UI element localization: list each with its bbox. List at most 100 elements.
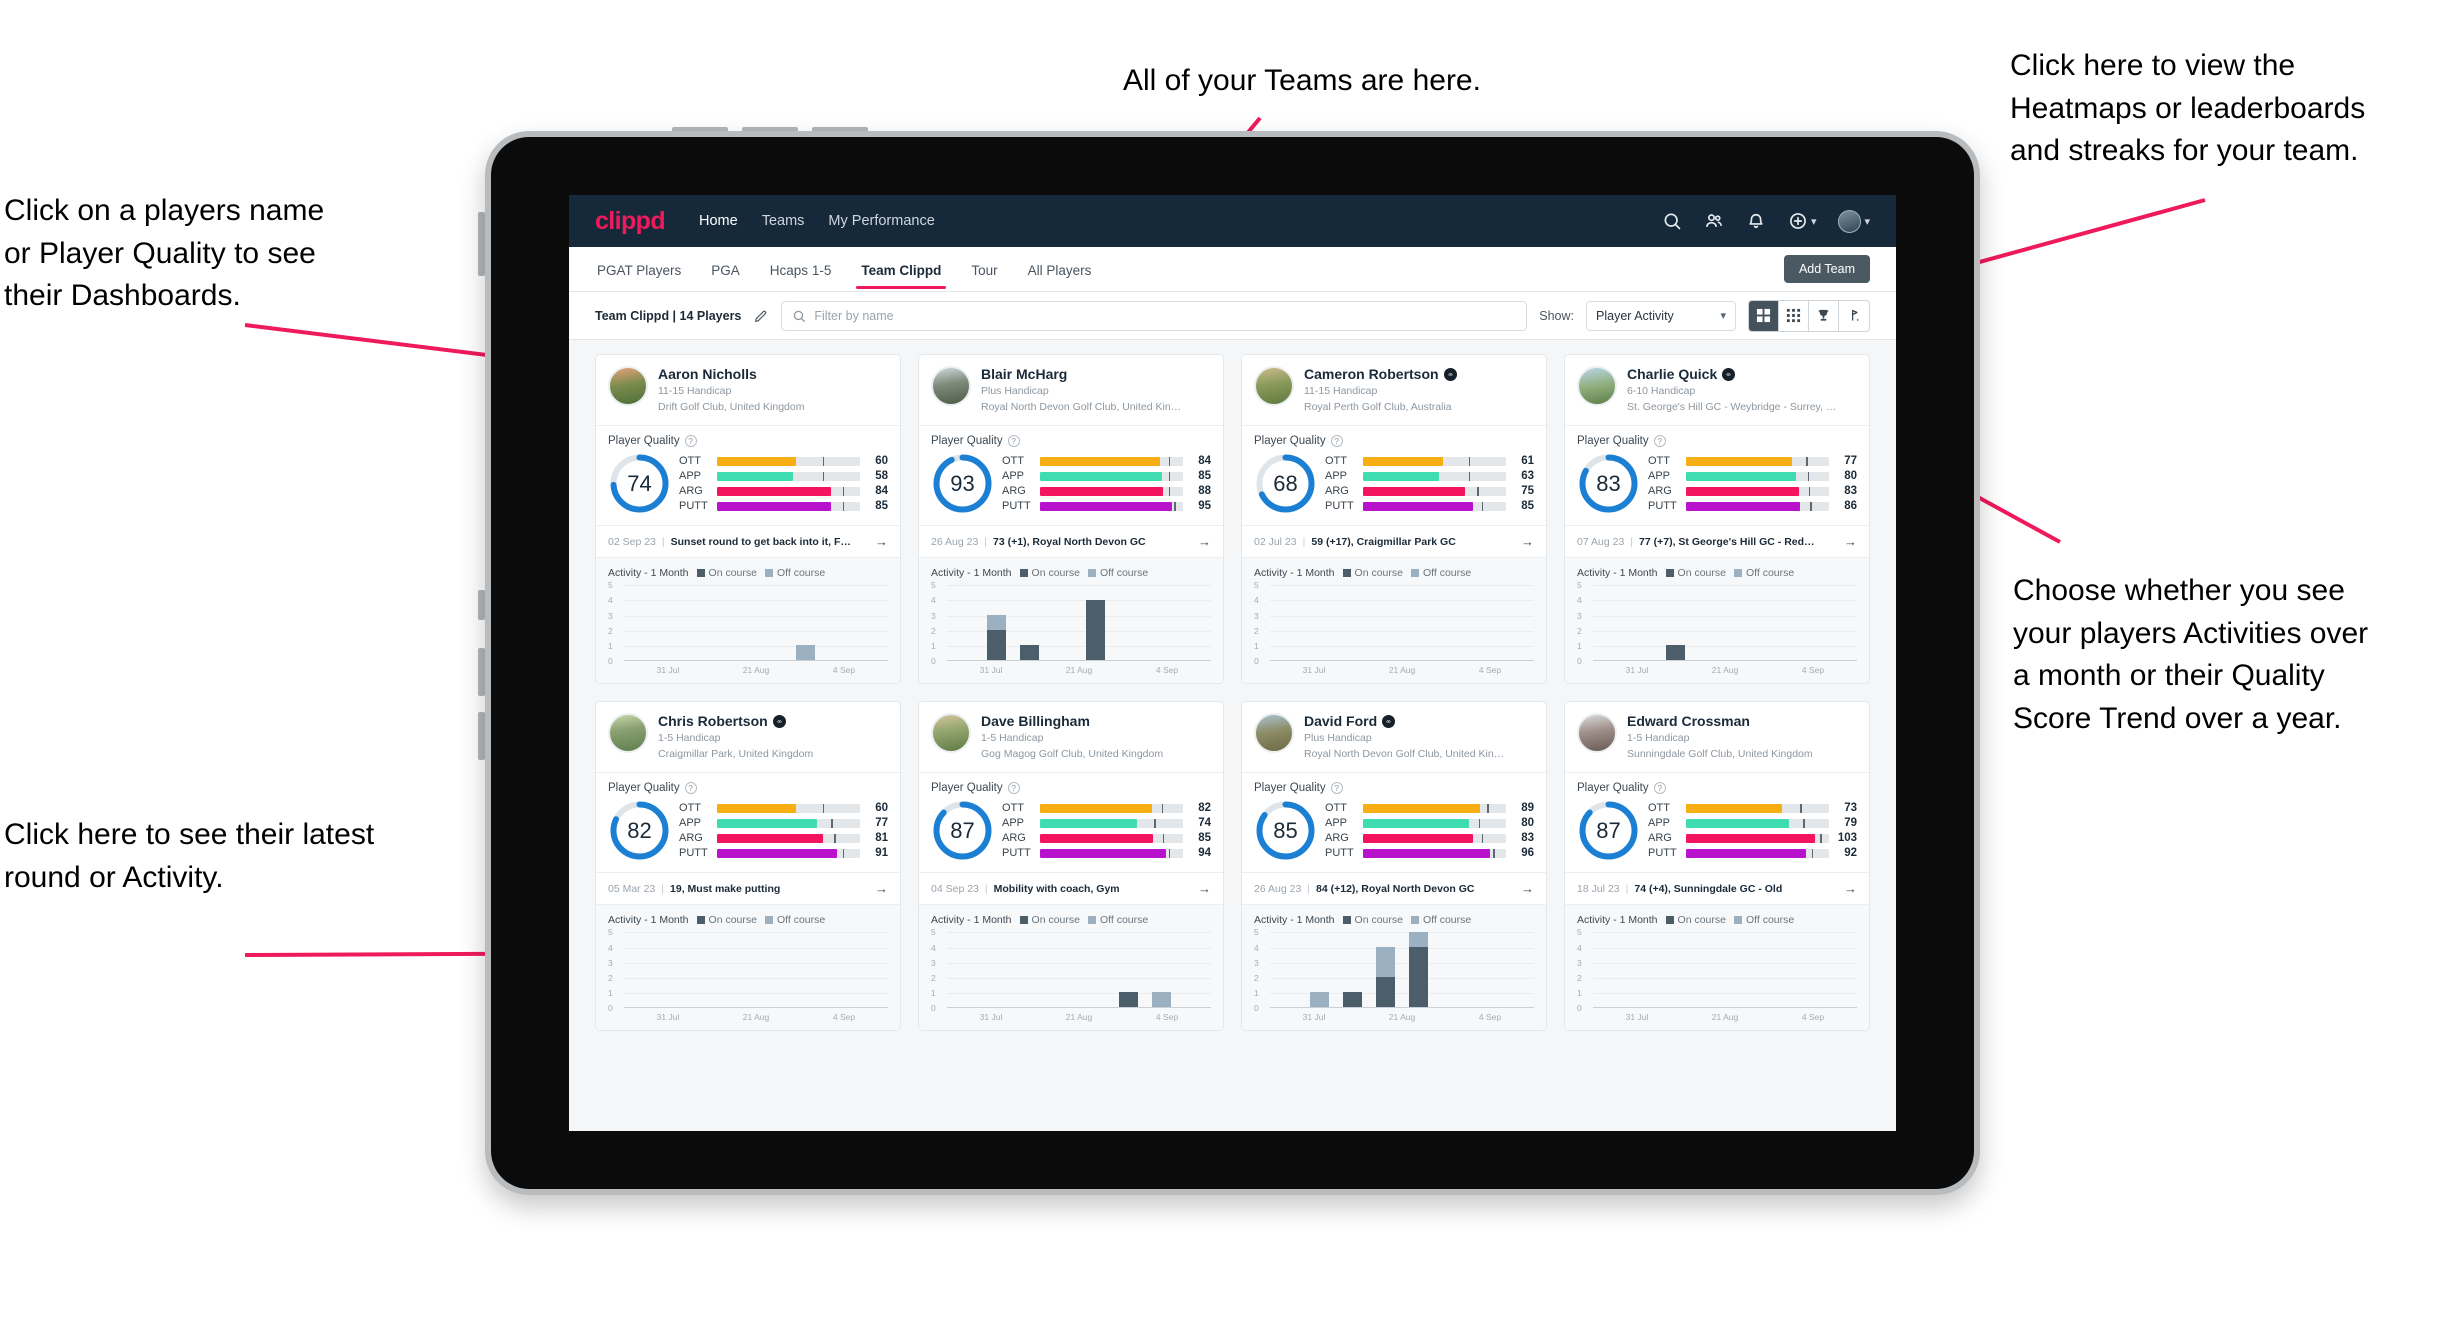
chart-bar-slot (789, 932, 822, 1007)
golf-flag-view-button[interactable] (1839, 300, 1869, 331)
metric-row: ARG 84 (679, 485, 888, 497)
player-card-header[interactable]: Dave Billingham 1-5 Handicap Gog Magog Gol… (919, 702, 1223, 772)
nav-link-teams[interactable]: Teams (762, 213, 805, 229)
x-axis-tick: 4 Sep (1801, 665, 1825, 676)
player-card-header[interactable]: Blair McHarg Plus Handicap Royal North Dev… (919, 355, 1223, 425)
metric-value: 84 (1198, 455, 1211, 468)
show-dropdown[interactable]: Player Activity ▾ (1586, 300, 1736, 331)
latest-round-row[interactable]: 18 Jul 23 | 74 (+4), Sunningdale GC - Old → (1565, 872, 1869, 904)
tab-pgat-players[interactable]: PGAT Players (595, 250, 683, 289)
player-quality-section[interactable]: Player Quality? 68 OTT 61 APP 63 ARG 75 PUTT 85 (1242, 426, 1546, 525)
player-club: Drift Golf Club, United Kingdom (658, 401, 805, 414)
player-card-header[interactable]: David Ford Plus Handicap Royal North Devon… (1242, 702, 1546, 772)
clippd-logo[interactable]: clippd (595, 207, 666, 236)
player-quality-section[interactable]: Player Quality? 74 OTT 60 APP 58 ARG 84 PUTT 85 (596, 426, 900, 525)
help-circle-icon[interactable]: ? (1007, 782, 1020, 795)
metric-value: 58 (875, 470, 888, 483)
plus-circle-icon[interactable] (1788, 211, 1808, 231)
player-quality-section[interactable]: Player Quality? 82 OTT 60 APP 77 ARG 81 PUTT 91 (596, 773, 900, 872)
player-quality-section[interactable]: Player Quality? 87 OTT 73 APP 79 ARG 103 PUTT 92 (1565, 773, 1869, 872)
y-axis-tick: 1 (1577, 641, 1582, 652)
player-cards-grid: Aaron Nicholls 11-15 Handicap Drift Golf C… (569, 340, 1896, 1032)
arrow-right-icon[interactable]: → (1198, 881, 1211, 896)
latest-round-row[interactable]: 05 Mar 23 | 19, Must make putting → (596, 872, 900, 904)
player-name[interactable]: Aaron Nicholls (658, 366, 804, 383)
player-name[interactable]: Blair McHarg (981, 366, 1181, 383)
help-circle-icon[interactable]: ? (1653, 435, 1666, 448)
nav-link-my-performance[interactable]: My Performance (828, 213, 934, 229)
bell-icon[interactable] (1746, 211, 1766, 231)
search-icon[interactable] (1662, 211, 1682, 231)
latest-round-row[interactable]: 26 Aug 23 | 73 (+1), Royal North Devon GC → (919, 525, 1223, 557)
metric-row: OTT 61 (1325, 455, 1534, 467)
player-name[interactable]: Dave Billingham (981, 713, 1163, 730)
player-card[interactable]: Charlie Quick 6-10 Handicap St. George's H… (1564, 354, 1870, 685)
latest-round-row[interactable]: 02 Sep 23 | Sunset round to get back into … (596, 525, 900, 557)
player-name[interactable]: Charlie Quick (1627, 366, 1836, 383)
search-icon (794, 310, 806, 322)
y-axis-tick: 1 (931, 988, 936, 999)
player-name[interactable]: Cameron Robertson (1304, 366, 1457, 383)
player-quality-section[interactable]: Player Quality? 85 OTT 89 APP 80 ARG 83 PUTT 96 (1242, 773, 1546, 872)
arrow-right-icon[interactable]: → (1844, 881, 1857, 896)
player-card[interactable]: Edward Crossman 1-5 Handicap Sunningdale G… (1564, 701, 1870, 1032)
player-card[interactable]: Dave Billingham 1-5 Handicap Gog Magog Gol… (918, 701, 1224, 1032)
player-card-header[interactable]: Charlie Quick 6-10 Handicap St. George's H… (1565, 355, 1869, 425)
player-name[interactable]: David Ford (1304, 713, 1504, 730)
search-input[interactable] (814, 308, 1517, 323)
player-card-header[interactable]: Chris Robertson 1-5 Handicap Craigmillar P… (596, 702, 900, 772)
avatar[interactable] (1838, 209, 1862, 233)
metric-row: OTT 89 (1325, 802, 1534, 814)
chevron-down-icon[interactable]: ▾ (1864, 215, 1870, 228)
tab-team-clippd[interactable]: Team Clippd (856, 250, 947, 289)
player-name[interactable]: Edward Crossman (1627, 713, 1813, 730)
help-circle-icon[interactable]: ? (1007, 435, 1020, 448)
add-team-button[interactable]: Add Team (1783, 255, 1870, 283)
latest-round-row[interactable]: 04 Sep 23 | Mobility with coach, Gym → (919, 872, 1223, 904)
arrow-right-icon[interactable]: → (875, 881, 888, 896)
dense-grid-view-button[interactable] (1779, 300, 1809, 331)
grid-view-button[interactable] (1749, 300, 1779, 331)
player-card[interactable]: David Ford Plus Handicap Royal North Devon… (1241, 701, 1547, 1032)
player-quality-section[interactable]: Player Quality? 93 OTT 84 APP 85 ARG 88 PUTT 95 (919, 426, 1223, 525)
tab-hcaps-1-5[interactable]: Hcaps 1-5 (768, 250, 834, 289)
arrow-right-icon[interactable]: → (1844, 534, 1857, 549)
trophy-view-button[interactable] (1809, 300, 1839, 331)
activity-title: Activity - 1 Month (931, 914, 1012, 927)
search-field[interactable] (781, 300, 1528, 331)
help-circle-icon[interactable]: ? (1653, 782, 1666, 795)
arrow-right-icon[interactable]: → (1198, 534, 1211, 549)
arrow-right-icon[interactable]: → (1521, 881, 1534, 896)
player-quality-section[interactable]: Player Quality? 83 OTT 77 APP 80 ARG 83 PUTT 86 (1565, 426, 1869, 525)
pencil-icon[interactable] (753, 308, 769, 324)
help-circle-icon[interactable]: ? (684, 782, 697, 795)
arrow-right-icon[interactable]: → (875, 534, 888, 549)
latest-round-row[interactable]: 02 Jul 23 | 59 (+17), Craigmillar Park GC → (1242, 525, 1546, 557)
round-date: 18 Jul 23 (1577, 882, 1620, 895)
player-card[interactable]: Chris Robertson 1-5 Handicap Craigmillar P… (595, 701, 901, 1032)
player-card[interactable]: Cameron Robertson 11-15 Handicap Royal Per… (1241, 354, 1547, 685)
people-icon[interactable] (1704, 211, 1724, 231)
tab-all-players[interactable]: All Players (1026, 250, 1094, 289)
chevron-down-icon[interactable]: ▾ (1811, 215, 1817, 228)
arrow-right-icon[interactable]: → (1521, 534, 1534, 549)
player-card[interactable]: Aaron Nicholls 11-15 Handicap Drift Golf C… (595, 354, 901, 685)
help-circle-icon[interactable]: ? (1330, 435, 1343, 448)
metric-value: 83 (1844, 485, 1857, 498)
help-circle-icon[interactable]: ? (1330, 782, 1343, 795)
player-card[interactable]: Blair McHarg Plus Handicap Royal North Dev… (918, 354, 1224, 685)
latest-round-row[interactable]: 26 Aug 23 | 84 (+12), Royal North Devon GC… (1242, 872, 1546, 904)
metrics-list: OTT 61 APP 63 ARG 75 PUTT 85 (1325, 455, 1534, 512)
tab-tour[interactable]: Tour (969, 250, 999, 289)
tab-pga[interactable]: PGA (709, 250, 742, 289)
player-card-header[interactable]: Edward Crossman 1-5 Handicap Sunningdale G… (1565, 702, 1869, 772)
player-name[interactable]: Chris Robertson (658, 713, 813, 730)
player-card-header[interactable]: Aaron Nicholls 11-15 Handicap Drift Golf C… (596, 355, 900, 425)
help-circle-icon[interactable]: ? (684, 435, 697, 448)
player-card-header[interactable]: Cameron Robertson 11-15 Handicap Royal Per… (1242, 355, 1546, 425)
nav-link-home[interactable]: Home (699, 213, 738, 229)
latest-round-row[interactable]: 07 Aug 23 | 77 (+7), St George's Hill GC -… (1565, 525, 1869, 557)
player-quality-section[interactable]: Player Quality? 87 OTT 82 APP 74 ARG 85 PUTT 94 (919, 773, 1223, 872)
y-axis-tick: 3 (608, 610, 613, 621)
metric-value: 79 (1844, 817, 1857, 830)
